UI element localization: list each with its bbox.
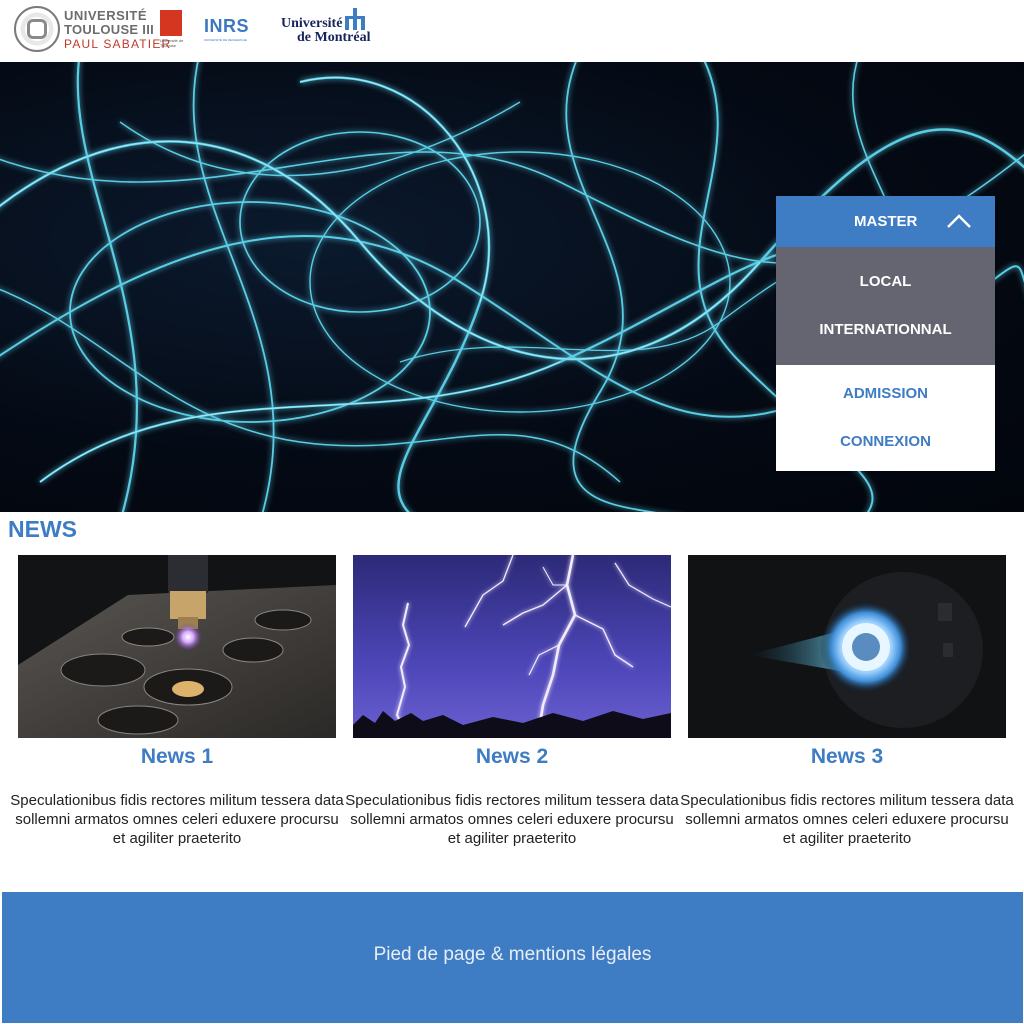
logo-universite-toulouse[interactable]: UNIVERSITÉ TOULOUSE III PAUL SABATIER Un… <box>14 6 189 54</box>
ion-thruster-image[interactable] <box>688 555 1006 738</box>
logo-universite-montreal[interactable]: Université de Montréal <box>281 8 373 45</box>
plasma-cutter-image[interactable] <box>18 555 336 738</box>
master-submenu: LOCAL INTERNATIONNAL <box>776 247 995 365</box>
footer-legal-link[interactable]: Pied de page & mentions légales <box>2 944 1023 966</box>
main-menu-links: ADMISSION CONNEXION <box>776 365 995 471</box>
chevron-up-icon[interactable] <box>946 210 972 230</box>
inrs-wordmark: INRS <box>204 16 250 36</box>
master-dropdown-menu: MASTER LOCAL INTERNATIONNAL ADMISSION CO… <box>776 196 995 471</box>
university-badge-icon <box>160 10 182 36</box>
badge-text: Université de Toulouse <box>160 38 184 48</box>
menu-item-admission[interactable]: ADMISSION <box>776 385 995 402</box>
news-section-title: NEWS <box>8 516 77 542</box>
news-card-title-2[interactable]: News 2 <box>353 745 671 769</box>
university-seal-icon <box>14 6 60 52</box>
inrs-subtitle: UNIVERSITÉ DE RECHERCHE <box>204 38 247 42</box>
site-header: UNIVERSITÉ TOULOUSE III PAUL SABATIER Un… <box>0 0 1024 62</box>
news-card-title-3[interactable]: News 3 <box>688 745 1006 769</box>
site-footer: Pied de page & mentions légales <box>2 892 1023 1023</box>
news-card-text-2: Speculationibus fidis rectores militum t… <box>345 792 679 847</box>
logo-text-line1: UNIVERSITÉ <box>64 8 148 23</box>
master-menu-toggle[interactable]: MASTER <box>776 196 995 247</box>
lightning-image[interactable] <box>353 555 671 738</box>
menu-item-connexion[interactable]: CONNEXION <box>776 433 995 450</box>
menu-item-internationnal[interactable]: INTERNATIONNAL <box>776 321 995 338</box>
menu-item-local[interactable]: LOCAL <box>776 273 995 290</box>
news-card-text-1: Speculationibus fidis rectores militum t… <box>10 792 344 847</box>
udem-line2: de Montréal <box>297 30 371 45</box>
udem-pavilion-icon <box>345 8 365 30</box>
logo-inrs[interactable]: INRS UNIVERSITÉ DE RECHERCHE <box>204 16 260 42</box>
logo-text-line2: TOULOUSE III <box>64 22 155 37</box>
news-card-title-1[interactable]: News 1 <box>18 745 336 769</box>
news-card-text-3: Speculationibus fidis rectores militum t… <box>680 792 1014 847</box>
master-menu-label: MASTER <box>854 213 918 230</box>
logo-text-line3: PAUL SABATIER <box>64 37 172 51</box>
